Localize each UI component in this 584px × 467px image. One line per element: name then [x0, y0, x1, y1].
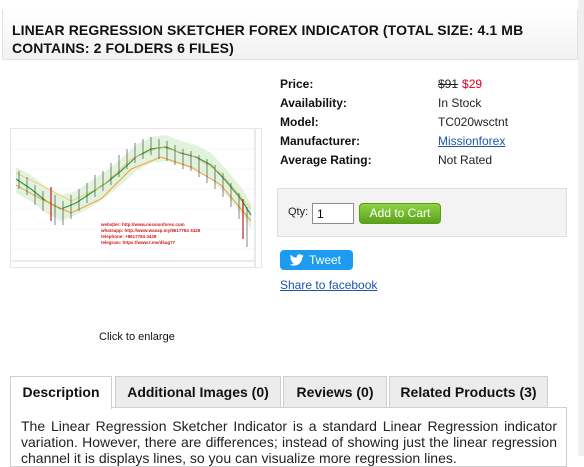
click-to-enlarge[interactable]: Click to enlarge: [99, 331, 175, 343]
model-label: Model:: [280, 115, 319, 129]
spec-model: Model: TC020wsctnt: [280, 113, 570, 132]
manufacturer-link[interactable]: Missionforex: [438, 132, 505, 151]
tab-description[interactable]: Description: [10, 376, 112, 409]
tab-reviews[interactable]: Reviews (0): [283, 376, 387, 408]
image-overlay-line: whatsapp: http://www.wasap.my/8617784 34…: [100, 228, 201, 233]
chart-thumbnail: webs|ter: http://www.missionforex.com wh…: [11, 129, 261, 267]
sale-price: $29: [462, 77, 483, 91]
spec-price: Price: $91 $29: [280, 75, 570, 94]
availability-value: In Stock: [438, 96, 482, 110]
old-price: $91: [438, 77, 459, 91]
price-label: Price:: [280, 77, 314, 91]
tab-related-products[interactable]: Related Products (3): [389, 376, 548, 408]
qty-input[interactable]: [312, 203, 354, 224]
tweet-label: Tweet: [309, 253, 342, 267]
tab-additional-images[interactable]: Additional Images (0): [115, 376, 281, 408]
spec-manufacturer: Manufacturer: Missionforex: [280, 132, 570, 151]
product-title-box: LINEAR REGRESSION SKETCHER FOREX INDICAT…: [2, 10, 578, 60]
share-to-facebook-link[interactable]: Share to facebook: [280, 278, 377, 292]
spec-rating: Average Rating: Not Rated: [280, 151, 570, 170]
product-description: The Linear Regression Sketcher Indicator…: [21, 418, 557, 466]
qty-label: Qty:: [288, 206, 309, 218]
page-title: LINEAR REGRESSION SKETCHER FOREX INDICAT…: [12, 22, 524, 56]
availability-label: Availability:: [280, 96, 347, 110]
tweet-button[interactable]: Tweet: [280, 250, 353, 270]
product-image[interactable]: webs|ter: http://www.missionforex.com wh…: [10, 128, 262, 268]
page-scrollbar[interactable]: [578, 0, 584, 456]
rating-label: Average Rating:: [280, 153, 372, 167]
image-overlay-line: webs|ter: http://www.missionforex.com: [100, 222, 185, 227]
product-specs: Price: $91 $29 Availability: In Stock Mod…: [280, 75, 570, 170]
manufacturer-label: Manufacturer:: [280, 134, 361, 148]
image-overlay-line: telephone: +8617784 3428: [101, 234, 157, 239]
image-overlay-line: telegram: https://www.t.me/dkag77: [101, 240, 176, 245]
rating-value: Not Rated: [438, 153, 493, 167]
price-value: $91 $29: [438, 75, 482, 94]
add-to-cart-button[interactable]: Add to Cart: [359, 203, 441, 224]
spec-availability: Availability: In Stock: [280, 94, 570, 113]
model-value: TC020wsctnt: [438, 115, 509, 129]
twitter-bird-icon: [290, 254, 304, 266]
add-to-cart-box: Qty: Add to Cart: [277, 188, 567, 237]
